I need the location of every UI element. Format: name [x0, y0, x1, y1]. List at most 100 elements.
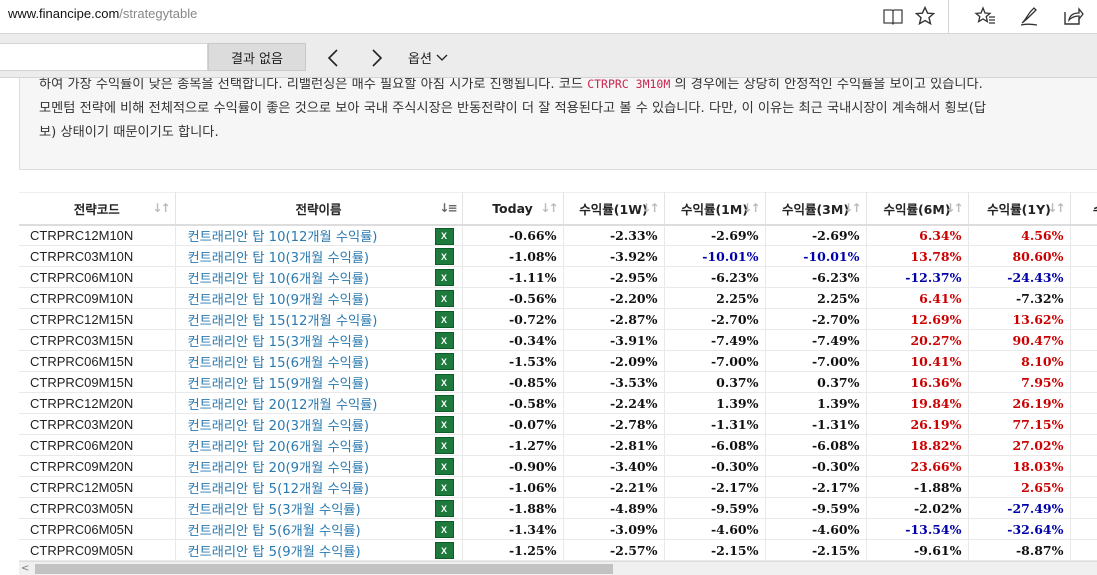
strategy-name-link[interactable]: 컨트래리안 탑 5(9개월 수익률)	[188, 545, 361, 560]
find-next-button[interactable]	[365, 46, 389, 70]
table-row[interactable]: CTRPRC03M20N 컨트래리안 탑 20(3개월 수익률) X -0.07% -2…	[19, 413, 1097, 435]
table-row[interactable]: CTRPRC09M15N 컨트래리안 탑 15(9개월 수익률) X -0.85% -3…	[19, 371, 1097, 393]
strategy-name-link[interactable]: 컨트래리안 탑 15(9개월 수익률)	[188, 377, 370, 392]
table-row[interactable]: CTRPRC09M05N 컨트래리안 탑 5(9개월 수익률) X -1.25% -2.…	[19, 539, 1097, 561]
excel-download-icon[interactable]: X	[434, 500, 454, 517]
return-w1-cell: -2.95%	[563, 266, 665, 288]
table-row[interactable]: CTRPRC06M20N 컨트래리안 탑 20(6개월 수익률) X -1.27% -2…	[19, 434, 1097, 456]
col-header-partial[interactable]: 수익	[1070, 192, 1097, 226]
excel-download-icon[interactable]: X	[434, 374, 454, 391]
col-header-1y[interactable]: 수익률(1Y) ↓↑	[968, 192, 1071, 226]
strategy-name-link[interactable]: 컨트래리안 탑 5(12개월 수익률)	[188, 482, 370, 497]
col-header-1m[interactable]: 수익률(1M) ↓↑	[664, 192, 766, 226]
table-row[interactable]: CTRPRC06M10N 컨트래리안 탑 10(6개월 수익률) X -1.11% -2…	[19, 266, 1097, 288]
browser-address-bar: www.financipe.com/strategytable	[0, 0, 1097, 34]
excel-download-icon[interactable]: X	[434, 542, 454, 559]
table-row[interactable]: CTRPRC12M10N 컨트래리안 탑 10(12개월 수익률) X -0.66% -…	[19, 224, 1097, 246]
return-m3-cell: -7.49%	[765, 329, 867, 351]
excel-download-icon[interactable]: X	[434, 269, 454, 286]
table-row[interactable]: CTRPRC06M05N 컨트래리안 탑 5(6개월 수익률) X -1.34% -3.…	[19, 518, 1097, 540]
return-m1-cell: -6.23%	[664, 266, 766, 288]
return-m1-cell: -9.59%	[664, 497, 766, 519]
table-row[interactable]: CTRPRC03M15N 컨트래리안 탑 15(3개월 수익률) X -0.34% -3…	[19, 329, 1097, 351]
return-m3-cell: -1.31%	[765, 413, 867, 435]
horizontal-scrollbar[interactable]: <	[19, 561, 1097, 575]
strategy-name-link[interactable]: 컨트래리안 탑 20(9개월 수익률)	[188, 461, 370, 476]
toolbar-divider	[948, 0, 949, 34]
return-today-cell: -1.08%	[462, 245, 564, 267]
col-header-code[interactable]: 전략코드 ↓↑	[19, 192, 176, 226]
table-row[interactable]: CTRPRC12M20N 컨트래리안 탑 20(12개월 수익률) X -0.58% -…	[19, 392, 1097, 414]
partial-column-cell	[1070, 329, 1097, 351]
excel-download-icon[interactable]: X	[434, 479, 454, 496]
strategy-name-cell: 컨트래리안 탑 5(3개월 수익률) X	[175, 497, 463, 519]
return-today-cell: -1.25%	[462, 539, 564, 561]
excel-download-icon[interactable]: X	[434, 227, 454, 245]
strategy-code-cell: CTRPRC06M05N	[19, 518, 176, 540]
table-row[interactable]: CTRPRC03M10N 컨트래리안 탑 10(3개월 수익률) X -1.08% -3…	[19, 245, 1097, 267]
excel-download-icon[interactable]: X	[434, 248, 454, 265]
sort-icon: ↓↑	[152, 201, 170, 215]
excel-download-icon[interactable]: X	[434, 521, 454, 538]
scrollbar-thumb[interactable]	[35, 564, 613, 574]
table-row[interactable]: CTRPRC09M10N 컨트래리안 탑 10(9개월 수익률) X -0.56% -2…	[19, 287, 1097, 309]
table-row[interactable]: CTRPRC12M15N 컨트래리안 탑 15(12개월 수익률) X -0.72% -…	[19, 308, 1097, 330]
scroll-left-arrow-icon[interactable]: <	[21, 563, 29, 574]
excel-download-icon[interactable]: X	[434, 437, 454, 454]
excel-download-icon[interactable]: X	[434, 353, 454, 370]
strategy-name-link[interactable]: 컨트래리안 탑 5(3개월 수익률)	[188, 503, 361, 518]
col-header-6m[interactable]: 수익률(6M) ↓↑	[866, 192, 969, 226]
excel-download-icon[interactable]: X	[434, 416, 454, 433]
return-m6-cell: 6.41%	[866, 287, 969, 309]
return-m1-cell: -0.30%	[664, 455, 766, 477]
table-row[interactable]: CTRPRC09M20N 컨트래리안 탑 20(9개월 수익률) X -0.90% -3…	[19, 455, 1097, 477]
table-row[interactable]: CTRPRC03M05N 컨트래리안 탑 5(3개월 수익률) X -1.88% -4.…	[19, 497, 1097, 519]
strategy-name-cell: 컨트래리안 탑 5(12개월 수익률) X	[175, 476, 463, 498]
excel-download-icon[interactable]: X	[434, 458, 454, 475]
col-header-today[interactable]: Today ↓↑	[462, 192, 564, 226]
strategy-name-link[interactable]: 컨트래리안 탑 10(12개월 수익률)	[188, 230, 378, 245]
table-row[interactable]: CTRPRC06M15N 컨트래리안 탑 15(6개월 수익률) X -1.53% -2…	[19, 350, 1097, 372]
strategy-description-box: 하여 가장 수익률이 낮은 종목을 선택합니다. 리밸런싱은 매수 필요할 아침…	[19, 78, 1097, 170]
strategy-name-link[interactable]: 컨트래리안 탑 10(3개월 수익률)	[188, 251, 370, 266]
strategy-name-cell: 컨트래리안 탑 10(12개월 수익률) X	[175, 224, 463, 246]
strategy-name-link[interactable]: 컨트래리안 탑 15(12개월 수익률)	[188, 314, 378, 329]
favorites-list-icon[interactable]	[972, 3, 998, 29]
url-field[interactable]: www.financipe.com/strategytable	[8, 6, 197, 21]
return-y1-cell: -27.49%	[968, 497, 1071, 519]
find-input[interactable]	[0, 43, 208, 71]
col-header-1w[interactable]: 수익률(1W) ↓↑	[563, 192, 665, 226]
excel-download-icon[interactable]: X	[434, 395, 454, 412]
sort-icon: ↓↑	[540, 201, 558, 215]
return-w1-cell: -2.78%	[563, 413, 665, 435]
favorite-star-icon[interactable]	[912, 3, 938, 29]
col-header-name[interactable]: 전략이름 ↓≡	[175, 192, 463, 226]
excel-download-icon[interactable]: X	[434, 290, 454, 307]
col-header-3m[interactable]: 수익률(3M) ↓↑	[765, 192, 867, 226]
return-m6-cell: 18.82%	[866, 434, 969, 456]
strategy-table-container[interactable]: 전략코드 ↓↑ 전략이름 ↓≡ Today ↓↑ 수익률(1W) ↓↑ 수익률(1M) ↓…	[19, 192, 1097, 562]
partial-column-cell	[1070, 308, 1097, 330]
strategy-name-link[interactable]: 컨트래리안 탑 15(6개월 수익률)	[188, 356, 370, 371]
excel-download-icon[interactable]: X	[434, 311, 454, 328]
description-line-1: 하여 가장 수익률이 낮은 종목을 선택합니다. 리밸런싱은 매수 필요할 아침…	[39, 78, 983, 92]
return-today-cell: -0.58%	[462, 392, 564, 414]
strategy-name-link[interactable]: 컨트래리안 탑 5(6개월 수익률)	[188, 524, 361, 539]
share-icon[interactable]	[1060, 3, 1086, 29]
strategy-name-link[interactable]: 컨트래리안 탑 10(9개월 수익률)	[188, 293, 370, 308]
strategy-name-link[interactable]: 컨트래리안 탑 20(6개월 수익률)	[188, 440, 370, 455]
sort-icon: ↓↑	[641, 201, 659, 215]
pen-icon[interactable]	[1016, 3, 1042, 29]
partial-column-cell	[1070, 224, 1097, 246]
strategy-name-link[interactable]: 컨트래리안 탑 10(6개월 수익률)	[188, 272, 370, 287]
find-previous-button[interactable]	[321, 46, 345, 70]
return-m1-cell: 0.37%	[664, 371, 766, 393]
strategy-name-link[interactable]: 컨트래리안 탑 15(3개월 수익률)	[188, 335, 370, 350]
excel-download-icon[interactable]: X	[434, 332, 454, 349]
reading-view-icon[interactable]	[880, 3, 906, 29]
return-m3-cell: -0.30%	[765, 455, 867, 477]
strategy-name-link[interactable]: 컨트래리안 탑 20(12개월 수익률)	[188, 398, 378, 413]
strategy-name-link[interactable]: 컨트래리안 탑 20(3개월 수익률)	[188, 419, 370, 434]
table-row[interactable]: CTRPRC12M05N 컨트래리안 탑 5(12개월 수익률) X -1.06% -2…	[19, 476, 1097, 498]
find-options-button[interactable]: 옵션	[408, 48, 448, 67]
